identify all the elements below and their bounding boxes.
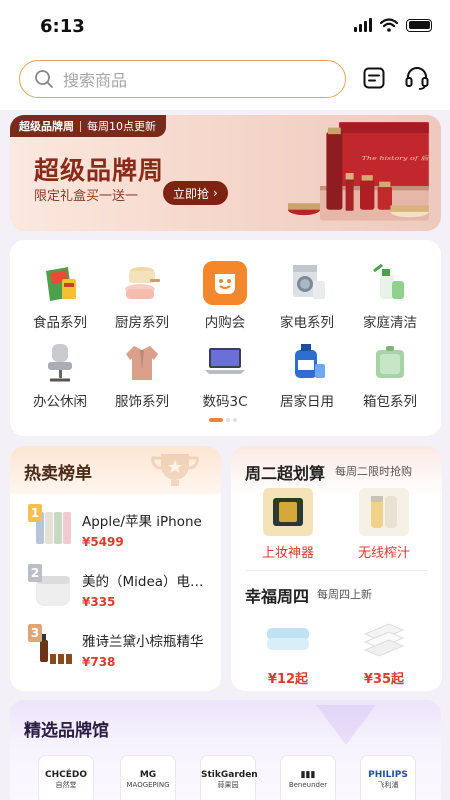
- featured-brands[interactable]: 精选品牌馆 CHCÉDO 自然堂 MG MAOGEPING StikGarden 蒜果…: [10, 700, 441, 800]
- brand-logo-philips[interactable]: PHILIPS 飞利浦: [360, 755, 416, 800]
- grab-now-label: 立即抢: [173, 186, 210, 201]
- category-label: 食品系列: [33, 315, 87, 331]
- page-indicator: [209, 418, 237, 422]
- banner-tag-subtitle: 每周10点更新: [87, 120, 156, 133]
- category-grid: 食品系列 厨房系列 内购会 家电系列 家庭清洁 办公休闲 服饰系列 数码3C 居…: [10, 240, 441, 436]
- chevron-right-icon: ›: [213, 186, 218, 200]
- category-label: 家庭清洁: [363, 315, 417, 331]
- cellular-signal-icon: [354, 18, 372, 32]
- washing-machine-icon: [285, 261, 329, 305]
- brand-logo-chcedo[interactable]: CHCÉDO 自然堂: [38, 755, 94, 800]
- thursday-deal-subtitle: 每周四上新: [317, 588, 372, 601]
- bag-icon: [368, 340, 412, 384]
- tuesday-deal-subtitle: 每周二限时抢购: [335, 465, 412, 478]
- search-icon: [35, 70, 53, 88]
- hot-sales-title: 热卖榜单: [24, 464, 92, 484]
- app-logo-icon: [203, 261, 247, 305]
- makeup-product-image: [263, 488, 313, 536]
- laptop-icon: [203, 340, 247, 384]
- category-office[interactable]: 办公休闲: [17, 340, 103, 410]
- banner-tag-title: 超级品牌周: [19, 120, 74, 133]
- status-bar: 6:13: [0, 0, 450, 52]
- brand-logo-beneunder[interactable]: ▮▮▮ Beneunder: [280, 755, 336, 800]
- category-label: 数码3C: [202, 394, 248, 410]
- category-label: 居家日用: [280, 394, 334, 410]
- deal-label: 上妆神器: [261, 546, 314, 561]
- rank-badge: 1: [28, 504, 42, 522]
- rank-badge: 3: [28, 624, 42, 642]
- clock: 6:13: [40, 16, 85, 37]
- box-text: The history of 后: [362, 155, 430, 161]
- trophy-icon: [151, 454, 199, 486]
- hot-sales-ranking[interactable]: 热卖榜单 1 Apple/苹果 iPhone ¥5499 2 美的（Midea）…: [10, 446, 221, 691]
- message-list-icon[interactable]: [362, 66, 386, 90]
- deal-price: ¥35起: [363, 672, 405, 687]
- category-appliance[interactable]: 家电系列: [264, 261, 350, 331]
- category-label: 内购会: [204, 315, 246, 331]
- hot-item-3[interactable]: 3 雅诗兰黛小棕瓶精华 ¥738: [10, 618, 221, 678]
- weekly-deals-card: 周二超划算 每周二限时抢购 上妆神器 无线榨汁 幸福周四 每周四上新 ¥12起 …: [231, 446, 442, 691]
- category-household[interactable]: 居家日用: [264, 340, 350, 410]
- juicer-product-image: [359, 488, 409, 536]
- hot-item-name: 雅诗兰黛小棕瓶精华: [82, 634, 204, 650]
- hot-item-price: ¥335: [82, 595, 116, 609]
- deal-juicer-item[interactable]: 无线榨汁: [339, 488, 429, 561]
- tuesday-deal-title[interactable]: 周二超划算: [245, 460, 325, 484]
- hot-item-1[interactable]: 1 Apple/苹果 iPhone ¥5499: [10, 498, 221, 558]
- wifi-icon: [380, 18, 398, 32]
- cosmetics-gift-box-image: The history of 后: [288, 122, 430, 221]
- clothing-icon: [120, 340, 164, 384]
- tissue-product-image: [359, 614, 409, 662]
- search-placeholder: 搜索商品: [63, 71, 128, 90]
- top-bar: 搜索商品: [0, 52, 450, 110]
- search-input[interactable]: 搜索商品: [19, 60, 346, 98]
- category-food[interactable]: 食品系列: [17, 261, 103, 331]
- cookware-icon: [120, 261, 164, 305]
- hot-item-name: 美的（Midea）电饭煲: [82, 574, 210, 590]
- shield-decoration-icon: [316, 705, 376, 745]
- battery-icon: [406, 18, 432, 32]
- customer-service-headset-icon[interactable]: [404, 66, 430, 90]
- grab-now-button[interactable]: 立即抢 ›: [163, 181, 228, 205]
- deal-towel-item[interactable]: ¥12起: [243, 614, 333, 687]
- banner-description: 限定礼盒买一送一: [34, 189, 139, 204]
- hot-item-name: Apple/苹果 iPhone: [82, 514, 202, 530]
- category-label: 家电系列: [280, 315, 334, 331]
- category-clothing[interactable]: 服饰系列: [99, 340, 185, 410]
- cleaning-icon: [368, 261, 412, 305]
- deal-makeup-item[interactable]: 上妆神器: [243, 488, 333, 561]
- hot-item-2[interactable]: 2 美的（Midea）电饭煲 ¥335: [10, 558, 221, 618]
- hot-item-price: ¥5499: [82, 535, 124, 549]
- detergent-icon: [285, 340, 329, 384]
- category-label: 厨房系列: [115, 315, 169, 331]
- brands-title: 精选品牌馆: [24, 721, 109, 741]
- brand-logo-maogeping[interactable]: MG MAOGEPING: [120, 755, 176, 800]
- thursday-deal-title[interactable]: 幸福周四: [245, 583, 309, 607]
- deal-tissue-item[interactable]: ¥35起: [339, 614, 429, 687]
- category-internal-sale[interactable]: 内购会: [182, 261, 268, 331]
- category-digital[interactable]: 数码3C: [182, 340, 268, 410]
- category-label: 办公休闲: [33, 394, 87, 410]
- category-cleaning[interactable]: 家庭清洁: [347, 261, 433, 331]
- towel-product-image: [263, 614, 313, 662]
- brand-logo-stikgarden[interactable]: StikGarden 蒜果园: [200, 755, 258, 800]
- category-kitchen[interactable]: 厨房系列: [99, 261, 185, 331]
- category-label: 箱包系列: [363, 394, 417, 410]
- hot-item-price: ¥738: [82, 655, 116, 669]
- banner-title: 超级品牌周: [34, 156, 165, 185]
- category-label: 服饰系列: [115, 394, 169, 410]
- deal-price: ¥12起: [267, 672, 309, 687]
- snack-food-icon: [38, 261, 82, 305]
- category-bags[interactable]: 箱包系列: [347, 340, 433, 410]
- promo-banner[interactable]: 超级品牌周 每周10点更新 超级品牌周 限定礼盒买一送一 立即抢 › The h…: [10, 115, 441, 231]
- office-chair-icon: [38, 340, 82, 384]
- rank-badge: 2: [28, 564, 42, 582]
- banner-tag: 超级品牌周 每周10点更新: [10, 115, 166, 137]
- deal-label: 无线榨汁: [357, 546, 410, 561]
